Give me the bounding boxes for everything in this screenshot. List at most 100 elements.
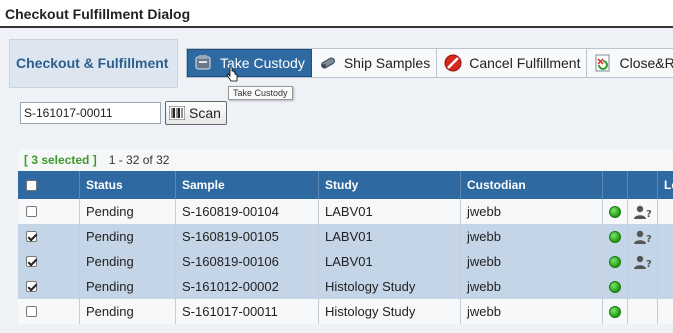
cancel-fulfillment-button[interactable]: Cancel Fulfillment xyxy=(437,49,588,77)
study-cell: LABV01 xyxy=(319,199,461,224)
section-heading: Checkout & Fulfillment xyxy=(16,55,169,71)
row-checkbox[interactable] xyxy=(26,281,37,292)
sample-cell: S-161017-00011 xyxy=(176,299,319,324)
status-cell: Pending xyxy=(80,274,176,299)
paging-info: 1 - 32 of 32 xyxy=(108,153,170,167)
location-cell xyxy=(658,249,673,274)
status-cell: Pending xyxy=(80,299,176,324)
close-refresh-icon xyxy=(593,53,613,73)
row-check-cell xyxy=(18,299,80,324)
cancel-fulfillment-label: Cancel Fulfillment xyxy=(469,55,581,71)
location-cell xyxy=(658,274,673,299)
ship-samples-icon xyxy=(318,53,338,73)
status-dot-icon xyxy=(609,305,621,318)
sample-cell: S-160819-00106 xyxy=(176,249,319,274)
location-cell xyxy=(658,199,673,224)
row-checkbox[interactable] xyxy=(26,256,37,267)
user-action-cell: ? xyxy=(628,199,658,224)
custodian-cell: jwebb xyxy=(461,199,603,224)
header-custodian[interactable]: Custodian xyxy=(461,171,603,199)
sample-cell: S-160819-00105 xyxy=(176,224,319,249)
table-row[interactable]: Pending S-160819-00106 LABV01 jwebb ? xyxy=(18,249,673,274)
header-indicator xyxy=(603,171,628,199)
status-cell: Pending xyxy=(80,249,176,274)
close-refresh-button[interactable]: Close&Refre xyxy=(587,49,673,77)
samples-grid: Status Sample Study Custodian Lo Pending… xyxy=(18,171,673,324)
table-row[interactable]: Pending S-161017-00011 Histology Study j… xyxy=(18,299,673,324)
row-check-cell xyxy=(18,274,80,299)
user-action-cell: ? xyxy=(628,224,658,249)
user-action-cell xyxy=(628,274,658,299)
status-dot-icon xyxy=(609,280,621,293)
row-checkbox[interactable] xyxy=(26,206,37,217)
dialog-title: Checkout Fulfillment Dialog xyxy=(5,6,191,22)
study-cell: LABV01 xyxy=(319,249,461,274)
ship-samples-button[interactable]: Ship Samples xyxy=(311,49,438,77)
table-row[interactable]: Pending S-161012-00002 Histology Study j… xyxy=(18,274,673,299)
dialog-content: Checkout & Fulfillment Take Custody Ship… xyxy=(0,28,673,333)
grid-header: Status Sample Study Custodian Lo xyxy=(18,171,673,199)
row-checkbox[interactable] xyxy=(26,231,37,242)
take-custody-icon xyxy=(194,53,214,73)
header-user xyxy=(628,171,658,199)
svg-text:?: ? xyxy=(646,209,652,219)
user-question-icon[interactable]: ? xyxy=(633,230,652,244)
table-row[interactable]: Pending S-160819-00105 LABV01 jwebb ? xyxy=(18,224,673,249)
status-indicator-cell xyxy=(603,299,628,324)
action-toolbar: Take Custody Ship Samples Cancel Fulfill… xyxy=(186,48,673,78)
ship-samples-label: Ship Samples xyxy=(343,55,431,71)
custodian-cell: jwebb xyxy=(461,274,603,299)
study-cell: Histology Study xyxy=(319,299,461,324)
dialog-title-bar: Checkout Fulfillment Dialog xyxy=(0,0,673,28)
status-indicator-cell xyxy=(603,274,628,299)
status-indicator-cell xyxy=(603,199,628,224)
section-heading-box: Checkout & Fulfillment xyxy=(9,39,178,88)
sample-cell: S-161012-00002 xyxy=(176,274,319,299)
scan-button-label: Scan xyxy=(189,105,221,121)
status-cell: Pending xyxy=(80,199,176,224)
custodian-cell: jwebb xyxy=(461,249,603,274)
header-sample[interactable]: Sample xyxy=(176,171,319,199)
row-checkbox[interactable] xyxy=(26,306,37,317)
sample-cell: S-160819-00104 xyxy=(176,199,319,224)
custodian-cell: jwebb xyxy=(461,224,603,249)
location-cell xyxy=(658,224,673,249)
svg-text:?: ? xyxy=(646,234,652,244)
status-dot-icon xyxy=(609,230,621,243)
status-dot-icon xyxy=(609,255,621,268)
cancel-icon xyxy=(443,53,463,73)
user-question-icon[interactable]: ? xyxy=(633,255,652,269)
grid-body: Pending S-160819-00104 LABV01 jwebb ? Pe… xyxy=(18,199,673,324)
select-all-cell xyxy=(18,171,80,199)
select-all-checkbox[interactable] xyxy=(26,179,37,191)
header-study[interactable]: Study xyxy=(319,171,461,199)
header-status[interactable]: Status xyxy=(80,171,176,199)
study-cell: LABV01 xyxy=(319,224,461,249)
user-action-cell xyxy=(628,299,658,324)
header-location[interactable]: Lo xyxy=(658,171,673,199)
status-cell: Pending xyxy=(80,224,176,249)
barcode-icon xyxy=(168,105,186,121)
scan-input[interactable] xyxy=(20,102,161,124)
user-action-cell: ? xyxy=(628,249,658,274)
svg-text:?: ? xyxy=(646,259,652,269)
user-question-icon[interactable]: ? xyxy=(633,205,652,219)
row-check-cell xyxy=(18,224,80,249)
scan-button[interactable]: Scan xyxy=(165,101,227,125)
take-custody-button[interactable]: Take Custody xyxy=(187,49,312,77)
status-indicator-cell xyxy=(603,224,628,249)
location-cell xyxy=(658,299,673,324)
custodian-cell: jwebb xyxy=(461,299,603,324)
tooltip: Take Custody xyxy=(228,86,293,100)
status-dot-icon xyxy=(609,205,621,218)
close-refresh-label: Close&Refre xyxy=(619,55,673,71)
selected-count[interactable]: [ 3 selected ] xyxy=(24,153,97,167)
scan-row: Scan xyxy=(20,101,227,125)
selection-bar: [ 3 selected ] 1 - 32 of 32 xyxy=(18,149,673,171)
mouse-pointer-icon xyxy=(226,67,238,82)
status-indicator-cell xyxy=(603,249,628,274)
study-cell: Histology Study xyxy=(319,274,461,299)
table-row[interactable]: Pending S-160819-00104 LABV01 jwebb ? xyxy=(18,199,673,224)
row-check-cell xyxy=(18,199,80,224)
row-check-cell xyxy=(18,249,80,274)
